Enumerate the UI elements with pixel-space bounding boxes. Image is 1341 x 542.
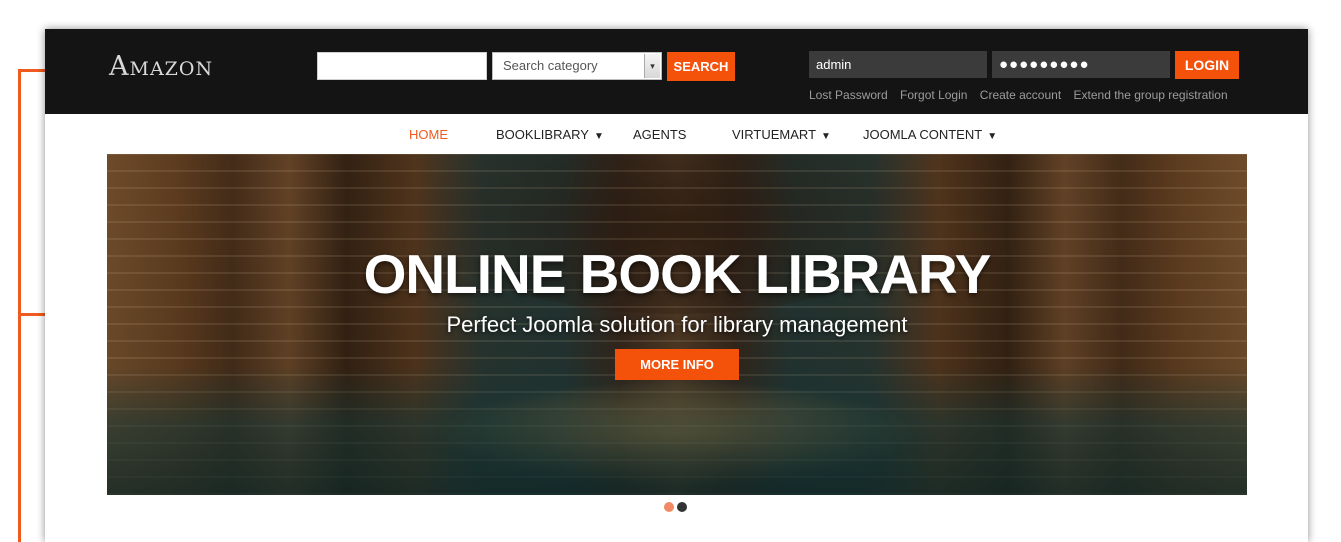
nav-item-virtuemart[interactable]: VIRTUEMART ▼ bbox=[732, 127, 831, 142]
hero-image-railings bbox=[107, 365, 1247, 495]
nav-item-joomla-content[interactable]: JOOMLA CONTENT ▼ bbox=[863, 127, 997, 142]
extend-registration-link[interactable]: Extend the group registration bbox=[1074, 88, 1228, 102]
search-input[interactable] bbox=[317, 52, 487, 80]
username-field[interactable]: admin bbox=[809, 51, 987, 78]
slider-pagination bbox=[664, 502, 687, 512]
create-account-link[interactable]: Create account bbox=[980, 88, 1061, 102]
nav-item-agents[interactable]: AGENTS bbox=[633, 127, 686, 142]
nav-item-label: BOOKLIBRARY bbox=[496, 127, 589, 142]
nav-item-label: JOOMLA CONTENT bbox=[863, 127, 983, 142]
forgot-login-link[interactable]: Forgot Login bbox=[900, 88, 967, 102]
header-bar: Amazon Search category ▾ SEARCH admin ●●… bbox=[45, 29, 1308, 114]
slider-dot-2[interactable] bbox=[677, 502, 687, 512]
site-logo[interactable]: Amazon bbox=[109, 51, 213, 82]
chevron-down-icon[interactable]: ▾ bbox=[644, 54, 660, 78]
account-links: Lost Password Forgot Login Create accoun… bbox=[809, 88, 1237, 102]
caret-down-icon: ▼ bbox=[593, 131, 604, 142]
search-category-select[interactable]: Search category ▾ bbox=[492, 52, 662, 80]
nav-item-label: HOME bbox=[409, 127, 448, 142]
website-frame: Amazon Search category ▾ SEARCH admin ●●… bbox=[45, 29, 1308, 542]
caret-down-icon: ▼ bbox=[987, 131, 998, 142]
nav-item-label: VIRTUEMART bbox=[732, 127, 817, 142]
login-button[interactable]: LOGIN bbox=[1175, 51, 1239, 79]
screenshot-canvas: Amazon Search category ▾ SEARCH admin ●●… bbox=[0, 0, 1341, 542]
password-field[interactable]: ●●●●●●●●● bbox=[992, 51, 1170, 78]
main-nav: HOME BOOKLIBRARY ▼ AGENTS VIRTUEMART ▼ JOO… bbox=[45, 114, 1308, 154]
lost-password-link[interactable]: Lost Password bbox=[809, 88, 888, 102]
nav-item-home[interactable]: HOME bbox=[409, 127, 448, 142]
nav-item-booklibrary[interactable]: BOOKLIBRARY ▼ bbox=[496, 127, 604, 142]
hero-subtitle: Perfect Joomla solution for library mana… bbox=[446, 312, 908, 337]
caret-down-icon: ▼ bbox=[821, 131, 831, 142]
search-category-placeholder: Search category bbox=[503, 58, 598, 73]
nav-item-label: AGENTS bbox=[633, 127, 687, 142]
hero-title: ONLINE BOOK LIBRARY bbox=[363, 243, 992, 305]
slider-dot-1[interactable] bbox=[664, 502, 674, 512]
search-button[interactable]: SEARCH bbox=[667, 52, 735, 81]
more-info-button[interactable]: MORE INFO bbox=[615, 349, 739, 380]
hero-slider: ONLINE BOOK LIBRARY Perfect Joomla solut… bbox=[107, 154, 1247, 495]
callout-line bbox=[18, 70, 21, 542]
